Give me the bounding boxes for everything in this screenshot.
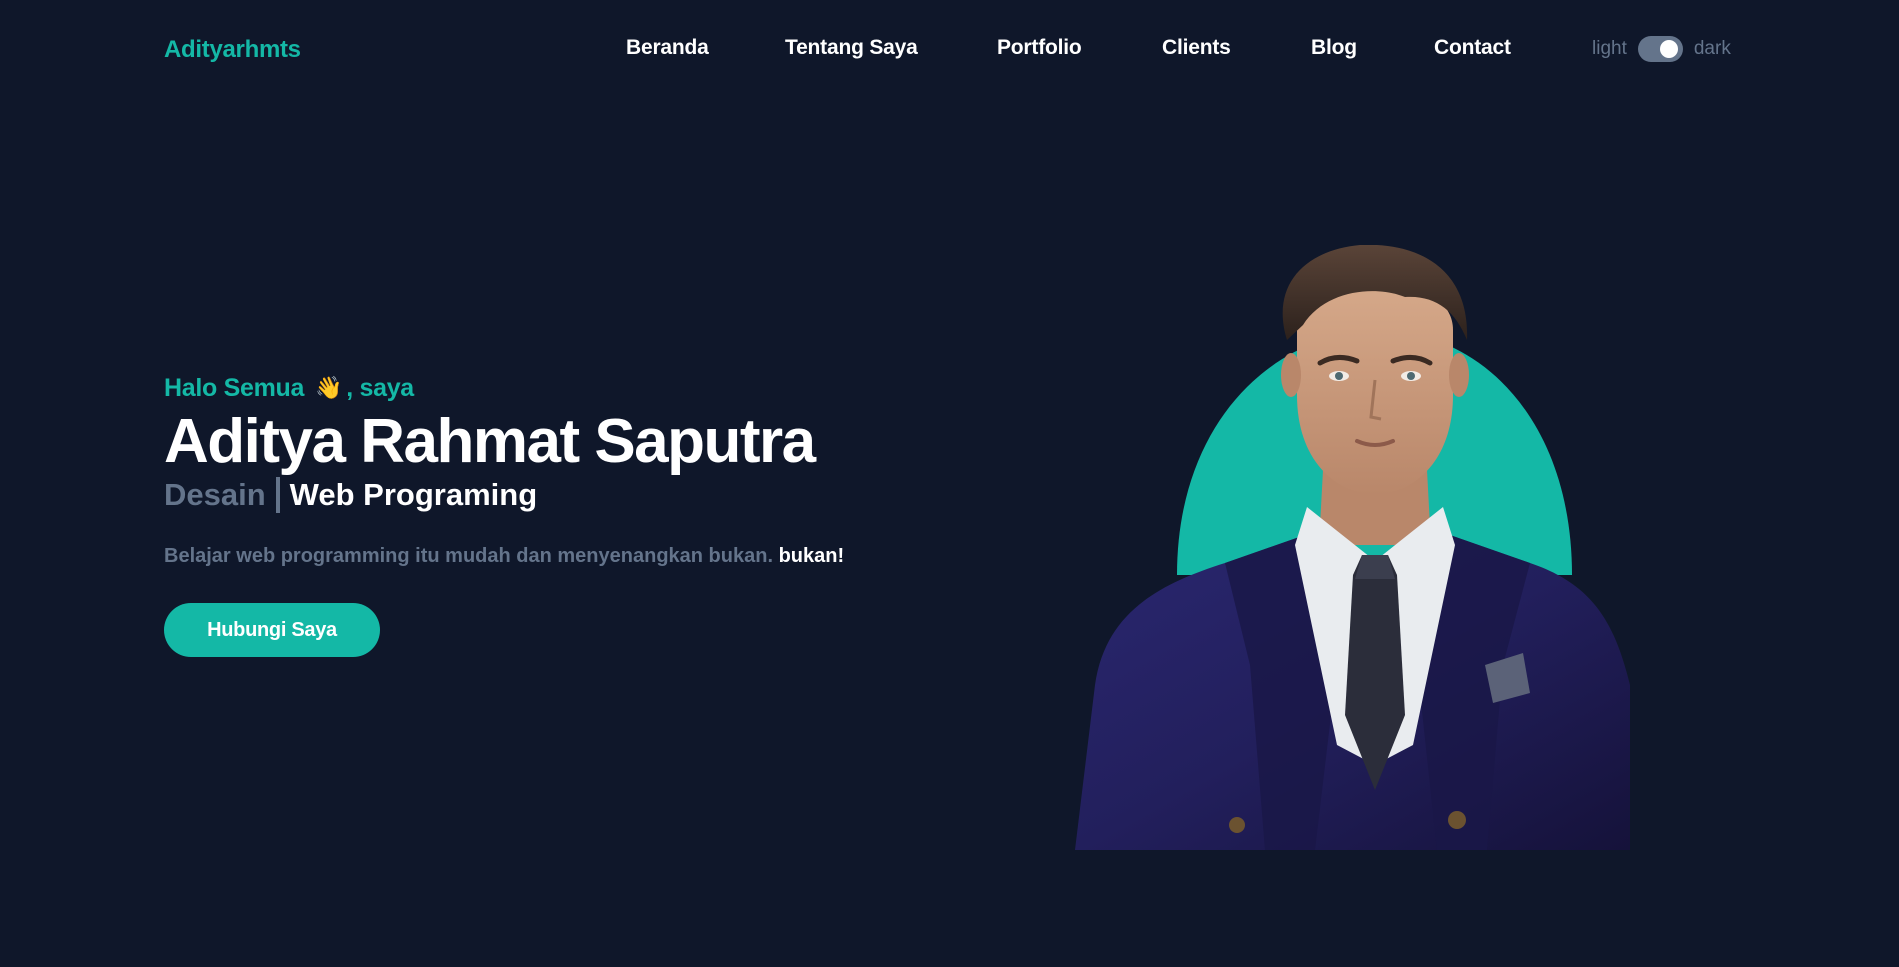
role-secondary: Web Programing — [289, 477, 538, 512]
nav-item-portfolio[interactable]: Portfolio — [997, 36, 1082, 60]
tagline-text: Belajar web programming itu mudah dan me… — [164, 545, 774, 567]
suit-button-left — [1229, 817, 1245, 833]
contact-me-button[interactable]: Hubungi Saya — [164, 603, 380, 657]
tie-knot — [1355, 555, 1395, 579]
greeting-prefix: Halo Semua — [164, 374, 305, 402]
nav-item-beranda[interactable]: Beranda — [626, 36, 709, 60]
role-primary: Desain — [164, 477, 266, 512]
hero-greeting: Halo Semua 👋 , saya — [164, 370, 924, 406]
theme-toggle: light dark — [1592, 35, 1731, 63]
nav-item-contact[interactable]: Contact — [1434, 36, 1511, 60]
navbar: Adityarhmts Beranda Tentang Saya Portfol… — [0, 0, 1899, 100]
waving-hand-icon: 👋 — [315, 375, 343, 400]
role-divider — [275, 477, 280, 513]
nav-item-clients[interactable]: Clients — [1162, 36, 1231, 60]
nav-item-blog[interactable]: Blog — [1311, 36, 1357, 60]
theme-dark-label: dark — [1693, 38, 1731, 59]
tagline-emphasis: bukan! — [778, 545, 845, 567]
nav-item-tentang-saya[interactable]: Tentang Saya — [785, 36, 918, 60]
theme-switch[interactable] — [1637, 36, 1683, 62]
brand-logo[interactable]: Adityarhmts — [164, 36, 301, 64]
hero-section: Halo Semua 👋 , saya Aditya Rahmat Saputr… — [164, 370, 924, 657]
hero-roles: Desain Web Programing — [164, 474, 924, 516]
hero-tagline: Belajar web programming itu mudah dan me… — [164, 545, 924, 568]
left-ear — [1281, 353, 1301, 397]
profile-portrait-image — [1075, 245, 1630, 850]
theme-light-label: light — [1592, 38, 1627, 59]
right-ear — [1449, 353, 1469, 397]
greeting-suffix: , saya — [346, 374, 414, 402]
hero-name: Aditya Rahmat Saputra — [164, 407, 816, 476]
switch-knob — [1659, 40, 1678, 58]
suit-button-right — [1448, 811, 1466, 829]
